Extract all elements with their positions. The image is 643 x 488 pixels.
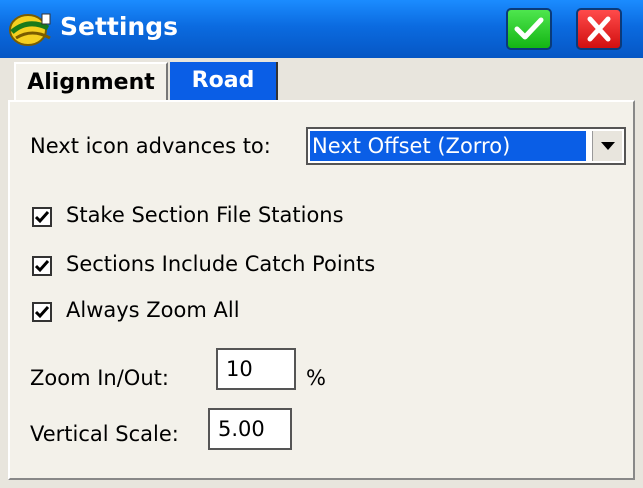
checkmark-icon (514, 17, 544, 40)
window-title: Settings (60, 12, 179, 41)
vertical-scale-input[interactable]: 5.00 (208, 408, 292, 450)
zoom-in-out-label: Zoom In/Out: (30, 366, 169, 390)
stake-section-file-stations-checkbox[interactable] (32, 207, 52, 227)
tab-road[interactable]: Road (170, 62, 278, 100)
check-icon (35, 260, 49, 273)
title-bar: Settings (0, 0, 643, 58)
check-icon (35, 211, 49, 224)
check-icon (35, 306, 49, 319)
sections-include-catch-points-checkbox[interactable] (32, 256, 52, 276)
next-icon-dropdown[interactable]: Next Offset (Zorro) (306, 127, 626, 165)
always-zoom-all-label: Always Zoom All (66, 298, 240, 322)
zoom-in-out-input[interactable]: 10 (216, 348, 296, 390)
next-icon-selected-value: Next Offset (Zorro) (310, 131, 586, 161)
tab-bar: Alignment Road (0, 58, 643, 100)
close-icon (587, 16, 611, 42)
stake-section-file-stations-label: Stake Section File Stations (66, 203, 344, 227)
tab-alignment[interactable]: Alignment (14, 62, 168, 100)
sections-include-catch-points-label: Sections Include Catch Points (66, 252, 376, 276)
chevron-down-icon[interactable] (592, 131, 622, 161)
road-settings-panel: Next icon advances to: Next Offset (Zorr… (8, 100, 635, 480)
zoom-unit-label: % (306, 366, 326, 390)
ok-button[interactable] (506, 8, 552, 50)
close-button[interactable] (576, 8, 622, 50)
vertical-scale-label: Vertical Scale: (30, 422, 179, 446)
always-zoom-all-checkbox[interactable] (32, 302, 52, 322)
app-logo-icon (8, 10, 54, 48)
next-icon-label: Next icon advances to: (30, 134, 271, 158)
